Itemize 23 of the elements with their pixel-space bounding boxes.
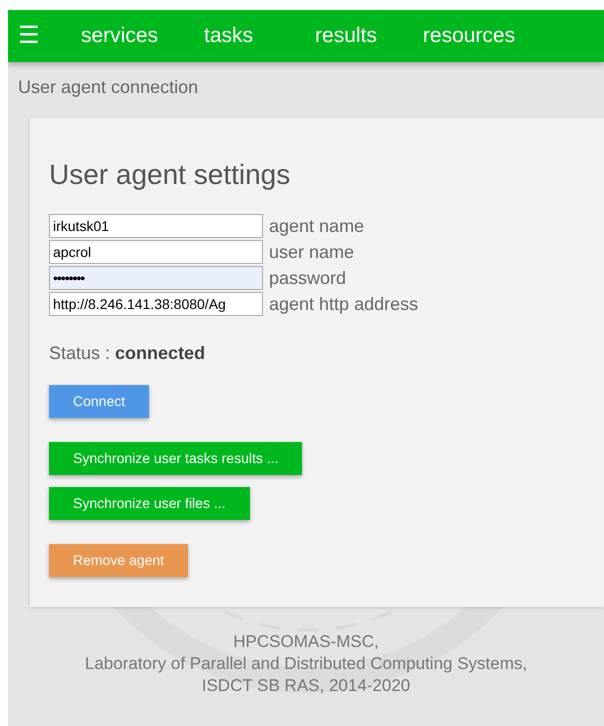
input-field[interactable]: http://8.246.141.38:8080/Ag [49, 292, 263, 316]
nav-link[interactable]: results [315, 20, 377, 52]
remove-button[interactable]: Remove agent [49, 544, 188, 577]
nav-link[interactable]: tasks [204, 20, 254, 52]
sync-button[interactable]: Synchronize user tasks results ... [49, 442, 302, 475]
page-heading: User agent connection [18, 77, 198, 97]
field-label: agent http address [269, 294, 418, 313]
nav-link[interactable]: resources [422, 20, 516, 52]
settings-title: User agent settings [49, 158, 292, 192]
footer-text: ISDCT SB RAS, 2014-2020 [200, 674, 412, 697]
menu-icon[interactable]: ☰ [18, 24, 44, 48]
connect-button[interactable]: Connect [49, 384, 150, 418]
status-text: Status : connected [49, 342, 206, 365]
sync-button[interactable]: Synchronize user files ... [49, 486, 250, 520]
input-field[interactable]: irkutsk01 [49, 214, 263, 238]
field-label: agent name [269, 216, 364, 235]
password-field[interactable]: •••••••• [49, 266, 263, 290]
footer-text: HPCSOMAS-MSC, [232, 630, 380, 653]
field-label: user name [269, 242, 354, 261]
field-label: password [269, 268, 346, 287]
input-field[interactable]: apcrol [49, 240, 263, 264]
footer-text: Laboratory of Parallel and Distributed Computing Systems, [84, 652, 528, 675]
nav-link[interactable]: services [81, 20, 158, 52]
